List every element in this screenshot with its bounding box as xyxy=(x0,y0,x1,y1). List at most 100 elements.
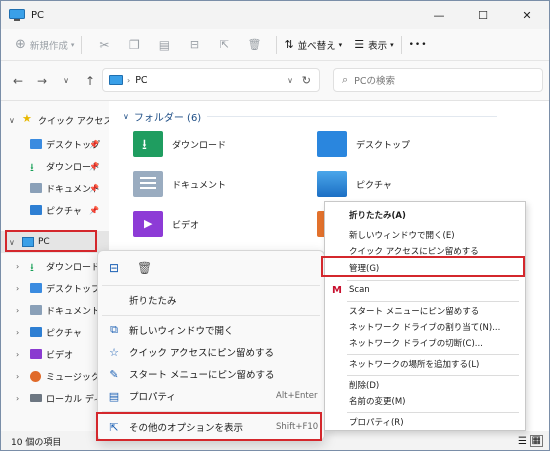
legacy-item-scan[interactable]: M Scan xyxy=(325,282,525,298)
view-label: 表示 xyxy=(368,40,388,52)
nav-item-pc-local-disk[interactable]: › ローカル ディスク xyxy=(1,387,109,409)
maximize-button[interactable]: ☐ xyxy=(461,1,505,29)
share-icon[interactable]: ⇱ xyxy=(209,38,239,51)
paste-icon[interactable]: ▤ xyxy=(149,38,179,52)
legacy-item-open-new-window[interactable]: 新しいウィンドウで開く(E) xyxy=(325,227,525,243)
folder-label: ピクチャ xyxy=(356,180,392,191)
nav-label: クイック アクセス xyxy=(38,116,109,127)
new-label: 新規作成 xyxy=(29,40,68,52)
address-row: ← → ∨ ↑ › PC ∨ ↻ ⌕ PCの検索 xyxy=(1,61,549,101)
sort-icon: ⇅ xyxy=(284,38,294,51)
new-button[interactable]: ⊕ 新規作成 ▾ xyxy=(15,37,74,52)
video-folder-icon: ▶ xyxy=(133,211,163,237)
chevron-down-icon: ▾ xyxy=(70,40,75,49)
legacy-item-delete[interactable]: 削除(D) xyxy=(325,377,525,393)
chevron-right-icon: › xyxy=(16,349,20,359)
nav-label: ドキュメント xyxy=(46,306,101,317)
tiles-view-icon[interactable]: ▦ xyxy=(529,435,543,447)
rename-icon[interactable]: ⊟ xyxy=(179,38,209,51)
details-view-icon[interactable]: ☰ xyxy=(518,436,527,447)
disk-icon xyxy=(30,394,42,402)
star-icon: ☆ xyxy=(109,345,119,359)
menu-label: 折りたたみ(A) xyxy=(349,211,406,221)
chevron-down-icon: ∨ xyxy=(123,112,129,121)
document-folder-icon xyxy=(133,171,163,197)
folder-label: ドキュメント xyxy=(172,180,227,191)
forward-arrow-icon[interactable]: → xyxy=(30,74,54,88)
nav-item-downloads[interactable]: ⭳ ダウンロード 📌 xyxy=(1,155,109,177)
nav-item-pc-documents[interactable]: › ドキュメント xyxy=(1,299,109,321)
nav-label: デスクトップ xyxy=(46,284,101,295)
menu-label: 名前の変更(M) xyxy=(349,397,406,407)
folder-downloads[interactable]: ⭳ ダウンロード xyxy=(133,131,226,157)
folder-videos[interactable]: ▶ ビデオ xyxy=(133,211,199,237)
menu-item-open-new-window[interactable]: ⧉ 新しいウィンドウで開く xyxy=(98,321,326,339)
nav-item-pictures[interactable]: ピクチャ 📌 xyxy=(1,199,109,221)
new-window-icon: ⧉ xyxy=(110,323,118,336)
recent-chevron-icon[interactable]: ∨ xyxy=(54,76,78,85)
legacy-item-map-drive[interactable]: ネットワーク ドライブの割り当て(N)... xyxy=(325,319,525,335)
pin-icon: 📌 xyxy=(89,161,99,171)
address-path: PC xyxy=(135,74,148,86)
chevron-right-icon: › xyxy=(16,371,20,381)
nav-item-pc-pictures[interactable]: › ピクチャ xyxy=(1,321,109,343)
mcafee-icon: M xyxy=(332,284,342,296)
menu-item-properties[interactable]: ▤ プロパティ Alt+Enter xyxy=(98,387,326,405)
legacy-item-add-network-location[interactable]: ネットワークの場所を追加する(L) xyxy=(325,356,525,372)
sort-button[interactable]: ⇅ 並べ替え ▾ xyxy=(284,38,342,52)
legacy-item-collapse[interactable]: 折りたたみ(A) xyxy=(325,207,525,223)
legacy-item-pin-start[interactable]: スタート メニューにピン留めする xyxy=(325,303,525,319)
close-button[interactable]: ✕ xyxy=(505,1,549,29)
chevron-right-icon: › xyxy=(16,393,20,403)
folder-documents[interactable]: ドキュメント xyxy=(133,171,226,197)
address-bar[interactable]: › PC ∨ ↻ xyxy=(102,68,320,92)
nav-item-pc-music[interactable]: › ミュージック xyxy=(1,365,109,387)
highlight-pc xyxy=(5,230,97,252)
folders-group-header[interactable]: ∨ フォルダー (6) xyxy=(123,109,498,124)
document-icon xyxy=(30,305,42,315)
pictures-icon xyxy=(30,205,42,215)
rename-icon[interactable]: ⊟ xyxy=(109,261,119,275)
menu-item-collapse[interactable]: 折りたたみ xyxy=(98,291,326,309)
menu-item-pin-quick-access[interactable]: ☆ クイック アクセスにピン留めする xyxy=(98,343,326,361)
cut-icon[interactable]: ✂ xyxy=(89,38,119,52)
pin-icon: ✎ xyxy=(109,367,119,381)
folder-desktop[interactable]: デスクトップ xyxy=(317,131,410,157)
menu-label: クイック アクセスにピン留めする xyxy=(129,348,275,359)
classic-context-menu: 折りたたみ(A) 新しいウィンドウで開く(E) クイック アクセスにピン留めする… xyxy=(324,201,526,431)
menu-label: プロパティ(R) xyxy=(349,418,404,428)
menu-item-pin-start[interactable]: ✎ スタート メニューにピン留めする xyxy=(98,365,326,383)
group-title: フォルダー (6) xyxy=(133,113,202,124)
back-arrow-icon[interactable]: ← xyxy=(6,74,30,88)
nav-item-desktop[interactable]: デスクトップ 📌 xyxy=(1,133,109,155)
nav-item-pc-videos[interactable]: › ビデオ xyxy=(1,343,109,365)
nav-quick-access[interactable]: ∨ ★ クイック アクセス xyxy=(1,109,109,131)
desktop-folder-icon xyxy=(317,131,347,157)
legacy-item-rename[interactable]: 名前の変更(M) xyxy=(325,393,525,409)
folder-pictures[interactable]: ピクチャ xyxy=(317,171,392,197)
delete-icon[interactable]: 🗑 xyxy=(137,261,152,275)
folder-label: ビデオ xyxy=(172,220,200,231)
nav-label: ピクチャ xyxy=(46,328,82,339)
menu-label: 削除(D) xyxy=(349,381,380,391)
pc-icon xyxy=(9,9,25,21)
menu-label: スタート メニューにピン留めする xyxy=(349,307,480,317)
nav-item-pc-desktop[interactable]: › デスクトップ xyxy=(1,277,109,299)
search-icon: ⌕ xyxy=(342,73,349,86)
copy-icon[interactable]: ❐ xyxy=(119,38,149,52)
search-input[interactable]: ⌕ PCの検索 xyxy=(333,68,543,92)
menu-label: 折りたたみ xyxy=(129,296,177,307)
view-icon: ☰ xyxy=(354,38,365,51)
nav-item-documents[interactable]: ドキュメント 📌 xyxy=(1,177,109,199)
up-arrow-icon[interactable]: ↑ xyxy=(78,74,102,88)
nav-label: ミュージック xyxy=(46,372,100,383)
legacy-item-disconnect-drive[interactable]: ネットワーク ドライブの切断(C)... xyxy=(325,335,525,351)
view-button[interactable]: ☰ 表示 ▾ xyxy=(354,38,393,52)
legacy-item-properties[interactable]: プロパティ(R) xyxy=(325,414,525,430)
minimize-button[interactable]: — xyxy=(417,1,461,29)
nav-item-pc-downloads[interactable]: › ⭳ ダウンロード xyxy=(1,255,109,277)
more-button[interactable]: ••• xyxy=(409,40,428,50)
delete-icon[interactable]: 🗑 xyxy=(239,38,269,51)
plus-icon: ⊕ xyxy=(15,37,26,52)
refresh-icon[interactable]: ↻ xyxy=(302,74,311,87)
